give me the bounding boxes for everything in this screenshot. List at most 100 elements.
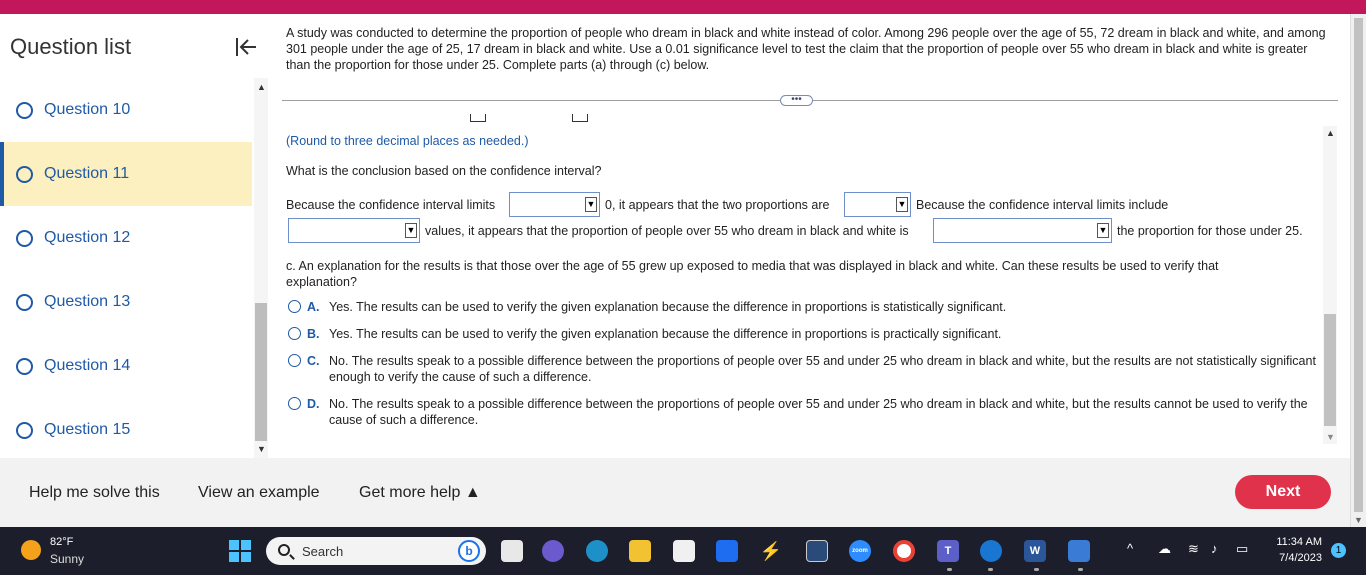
volume-icon[interactable]: ♪ (1211, 541, 1218, 556)
search-icon (278, 544, 290, 556)
scroll-up-icon[interactable]: ▲ (257, 82, 266, 92)
weather-condition[interactable]: Sunny (50, 552, 84, 566)
limits-dropdown[interactable]: ▼ (509, 192, 600, 217)
question-item-15[interactable]: Question 15 (0, 398, 252, 458)
windows-start-icon[interactable] (229, 540, 251, 562)
dropdown-arrow-icon: ▼ (1097, 223, 1109, 238)
option-text: Yes. The results can be used to verify t… (329, 327, 1002, 341)
page-scrollbar[interactable]: ▼ (1350, 14, 1366, 527)
question-label: Question 13 (44, 293, 131, 310)
part-c-question: c. An explanation for the results is tha… (286, 259, 1219, 289)
option-text: No. The results speak to a possible diff… (329, 397, 1308, 427)
question-item-14[interactable]: Question 14 (0, 334, 252, 398)
zoom-icon[interactable]: zoom (849, 540, 871, 562)
sentence-part-2: 0, it appears that the two proportions a… (605, 198, 830, 212)
word-icon[interactable]: W (1024, 540, 1046, 562)
chrome-icon[interactable] (893, 540, 915, 562)
clock-time[interactable]: 11:34 AM (1262, 536, 1322, 548)
cloud-icon[interactable]: ☁ (1158, 541, 1171, 557)
question-label: Question 10 (44, 101, 131, 118)
radio-icon[interactable] (288, 397, 301, 410)
problem-statement: A study was conducted to determine the p… (286, 26, 1326, 72)
next-button[interactable]: Next (1235, 475, 1331, 509)
scroll-up-icon[interactable]: ▲ (1326, 128, 1335, 138)
file-explorer-icon[interactable] (629, 540, 651, 562)
scrollbar-thumb[interactable] (1324, 314, 1336, 426)
question-item-12[interactable]: Question 12 (0, 206, 252, 270)
taskbar-search[interactable]: Search b (266, 537, 486, 565)
status-circle-icon (16, 101, 33, 119)
question-list-title: Question list (10, 34, 132, 59)
proportions-dropdown[interactable]: ▼ (844, 192, 911, 217)
scroll-down-icon[interactable]: ▼ (1354, 515, 1363, 525)
question-item-10[interactable]: Question 10 (0, 78, 252, 142)
status-circle-icon (16, 421, 33, 439)
weather-temp[interactable]: 82°F (50, 536, 73, 548)
radio-icon[interactable] (288, 327, 301, 340)
bing-icon[interactable]: b (458, 540, 480, 562)
battery-icon[interactable]: ▭ (1236, 541, 1248, 557)
question-label: Question 15 (44, 421, 131, 438)
scroll-down-icon[interactable]: ▼ (1326, 432, 1335, 442)
calculator-icon[interactable] (806, 540, 828, 562)
task-view-icon[interactable] (501, 540, 523, 562)
option-letter: C. (307, 354, 320, 368)
store-icon[interactable] (673, 540, 695, 562)
sentence-part-1: Because the confidence interval limits (286, 198, 496, 212)
question-item-13[interactable]: Question 13 (0, 270, 252, 334)
answer-box[interactable] (470, 114, 486, 122)
dropdown-arrow-icon: ▼ (585, 197, 597, 212)
dropbox-icon[interactable] (716, 540, 738, 562)
wifi-icon[interactable]: ≋ (1188, 541, 1199, 557)
photos-icon[interactable] (1068, 540, 1090, 562)
scrollbar-thumb[interactable] (255, 303, 267, 441)
view-example-button[interactable]: View an example (198, 484, 320, 502)
sun-icon[interactable] (21, 540, 41, 560)
question-label: Question 12 (44, 229, 131, 246)
status-circle-icon (16, 293, 33, 311)
teams-icon[interactable]: T (937, 540, 959, 562)
values-dropdown[interactable]: ▼ (288, 218, 420, 243)
status-circle-icon (16, 229, 33, 247)
windows-taskbar: 82°F Sunny Search b ⚡ zoom T W ^ ☁ ≋ ♪ ▭… (0, 527, 1366, 575)
radio-icon[interactable] (288, 354, 301, 367)
edge-icon[interactable] (586, 540, 608, 562)
question-item-11[interactable]: Question 11 (0, 142, 252, 206)
comparison-dropdown[interactable]: ▼ (933, 218, 1112, 243)
dropdown-arrow-icon: ▼ (896, 197, 908, 212)
help-me-solve-button[interactable]: Help me solve this (29, 484, 160, 502)
notification-badge[interactable]: 1 (1331, 543, 1346, 558)
scroll-down-icon[interactable]: ▼ (257, 444, 266, 454)
content-scrollbar[interactable]: ▲ ▼ (1323, 126, 1337, 444)
option-letter: D. (307, 397, 320, 411)
option-letter: A. (307, 300, 320, 314)
sentence-part-5: the proportion for those under 25. (1117, 224, 1303, 238)
option-d[interactable]: D. No. The results speak to a possible d… (288, 396, 1328, 428)
status-circle-icon (16, 165, 33, 183)
option-a[interactable]: A. Yes. The results can be used to verif… (288, 299, 1328, 315)
clock-date[interactable]: 7/4/2023 (1262, 552, 1322, 564)
option-c[interactable]: C. No. The results speak to a possible d… (288, 353, 1328, 385)
scrollbar-thumb[interactable] (1354, 18, 1363, 512)
running-indicator (988, 568, 993, 571)
chevron-up-icon[interactable]: ^ (1127, 541, 1133, 556)
chat-icon[interactable] (542, 540, 564, 562)
question-list: Question 10 Question 11 Question 12 Ques… (0, 78, 252, 458)
status-circle-icon (16, 357, 33, 375)
browser-app-icon[interactable] (980, 540, 1002, 562)
option-b[interactable]: B. Yes. The results can be used to verif… (288, 326, 1328, 342)
dropdown-arrow-icon: ▼ (405, 223, 417, 238)
sentence-part-4: values, it appears that the proportion o… (425, 224, 909, 238)
expand-more-button[interactable]: ••• (780, 95, 813, 106)
question-list-scrollbar[interactable]: ▲ ▼ (254, 78, 268, 458)
conclusion-question: What is the conclusion based on the conf… (286, 164, 602, 178)
rounding-note: (Round to three decimal places as needed… (286, 134, 529, 148)
collapse-panel-icon[interactable] (234, 36, 258, 58)
answer-box[interactable] (572, 114, 588, 122)
running-indicator (947, 568, 952, 571)
radio-icon[interactable] (288, 300, 301, 313)
sentence-part-3: Because the confidence interval limits i… (916, 198, 1169, 212)
cutoff-previous-line (286, 114, 606, 123)
get-more-help-button[interactable]: Get more help ▲ (359, 484, 481, 502)
lightning-app-icon[interactable]: ⚡ (760, 540, 782, 562)
